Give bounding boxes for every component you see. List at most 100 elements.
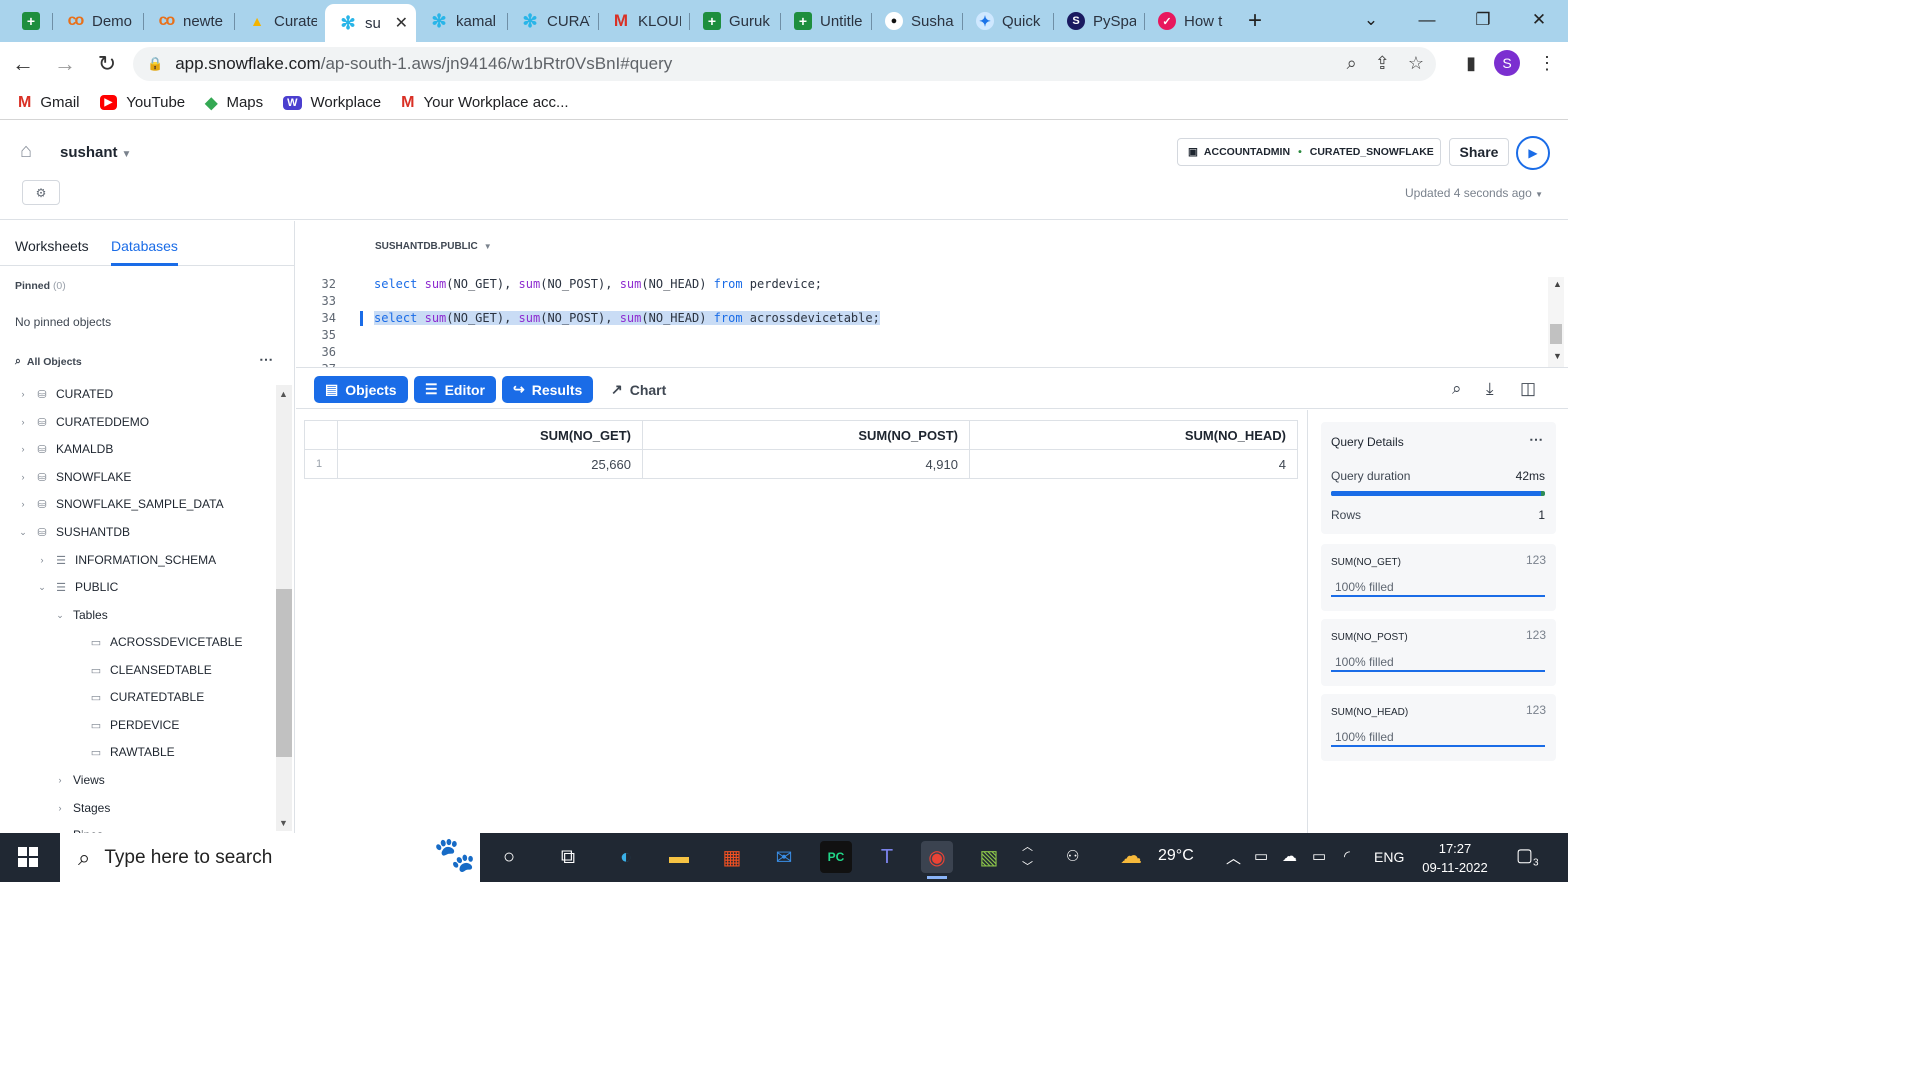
scroll-down-icon[interactable]: ▼ [279,818,288,828]
sql-editor[interactable]: SUSHANTDB.PUBLIC ▼ 32 select sum(NO_GET), … [296,221,1568,368]
column-header[interactable]: SUM(NO_HEAD) [969,420,1298,450]
chevron-right-icon[interactable]: › [18,389,28,399]
column-header[interactable]: SUM(NO_POST) [642,420,970,450]
column-stat-card[interactable]: SUM(NO_POST) 123 100% filled [1321,619,1556,686]
filter-icon[interactable]: ⚙ [22,180,60,205]
browser-tab[interactable]: ▲ Curate [234,4,325,38]
browser-tab[interactable]: S PySpa [1053,4,1144,38]
column-header[interactable]: SUM(NO_GET) [337,420,643,450]
tray-chevron-icon[interactable]: ︿ [1226,847,1241,868]
store-icon[interactable]: ▦ [716,841,748,873]
code-line[interactable]: 32 select sum(NO_GET), sum(NO_POST), sum(… [296,277,1536,294]
browser-tab[interactable]: ✻ su ✕ [325,4,416,42]
temperature-text[interactable]: 29°C [1158,847,1194,865]
editor-toggle-button[interactable]: ☰ Editor [414,376,497,403]
code-line[interactable]: 37 [296,362,1536,367]
task-view-icon[interactable]: ⧉ [552,841,584,873]
pycharm-icon[interactable]: PC [820,841,852,873]
tree-item[interactable]: ▭ CURATEDTABLE [72,688,204,706]
scroll-up-icon[interactable]: ▲ [1553,279,1562,289]
chevron-right-icon[interactable]: › [18,444,28,454]
table-cell[interactable]: 4,910 [642,449,970,479]
tree-item[interactable]: ▭ PERDEVICE [72,716,180,734]
scroll-down-icon[interactable]: ▼ [1553,351,1562,361]
people-icon[interactable]: ⚇ [1066,847,1079,865]
tree-item[interactable]: › ⛁ KAMALDB [18,440,114,458]
tab-databases[interactable]: Databases [111,238,178,254]
chart-tab-button[interactable]: ↗ Chart [600,376,677,403]
results-tab-button[interactable]: ↪ Results [502,376,594,403]
browser-tab[interactable]: M KLOUD [598,4,689,38]
browser-tab[interactable]: ● Susha [871,4,962,38]
tree-item[interactable]: ⌄ Tables [55,606,107,624]
tree-item[interactable]: ⌄ ☰ PUBLIC [37,578,118,596]
language-indicator[interactable]: ENG [1374,849,1404,865]
chevron-right-icon[interactable]: › [55,775,65,785]
tree-item[interactable]: ⌄ ⛁ SUSHANTDB [18,523,130,541]
sidebar-scrollbar-thumb[interactable] [276,589,292,757]
tree-item[interactable]: › ☰ INFORMATION_SCHEMA [37,551,217,569]
side-panel-icon[interactable]: ▮ [1466,53,1476,74]
more-options-icon[interactable]: ⋯ [259,351,273,368]
column-stat-card[interactable]: SUM(NO_GET) 123 100% filled [1321,544,1556,611]
objects-toggle-button[interactable]: ▤ Objects [314,376,408,403]
browser-tab[interactable]: ✓ How t [1144,4,1235,38]
code-line[interactable]: 34 select sum(NO_GET), sum(NO_POST), sum(… [296,311,1536,328]
tree-item[interactable]: › ⛁ SNOWFLAKE [18,468,132,486]
forward-button[interactable]: → [46,45,84,83]
run-button[interactable]: ▶ [1516,136,1550,170]
browser-tab[interactable]: ✦ Quick [962,4,1053,38]
profile-avatar[interactable]: S [1494,50,1520,76]
edge-icon[interactable]: ◐ [610,841,642,873]
tab-search-icon[interactable]: ⌄ [1343,0,1399,40]
chevron-down-icon[interactable]: ⌄ [18,527,28,538]
share-page-icon[interactable]: ⇪ [1375,53,1390,74]
share-button[interactable]: Share [1449,138,1509,166]
browser-tab[interactable]: co newte [143,4,234,38]
role-warehouse-selector[interactable]: ▣ ACCOUNTADMIN • CURATED_SNOWFLAKE [1177,138,1441,166]
wifi-icon[interactable]: ◜ [1344,847,1350,865]
meet-now-icon[interactable]: ▭ [1254,847,1268,865]
chevron-down-icon[interactable]: ⌄ [37,582,47,593]
bookmark-workplace[interactable]: W Workplace [283,94,381,111]
bookmark-star-icon[interactable]: ☆ [1408,53,1424,74]
file-explorer-icon[interactable]: ▬ [663,841,695,873]
editor-scrollbar-thumb[interactable] [1550,324,1562,344]
close-tab-icon[interactable]: ✕ [395,13,408,33]
bookmark-workplace-account[interactable]: M Your Workplace acc... [401,94,568,112]
tree-item[interactable]: › ⛁ SNOWFLAKE_SAMPLE_DATA [18,495,224,513]
tree-item[interactable]: › Stages [55,799,111,817]
browser-tab[interactable]: + [8,4,52,38]
browser-tab[interactable]: + Untitle [780,4,871,38]
chevron-right-icon[interactable]: › [37,555,47,565]
bookmark-youtube[interactable]: ▶ YouTube [99,94,185,111]
tree-item[interactable]: ▭ ACROSSDEVICETABLE [72,633,243,651]
tray-overflow-icon[interactable]: ︿ ﹀ [1022,837,1033,877]
onedrive-icon[interactable]: ☁ [1282,847,1297,865]
tree-item[interactable]: › ⛁ CURATEDDEMO [18,413,150,431]
code-line[interactable]: 33 [296,294,1536,311]
notification-icon[interactable]: ▢3 [1516,845,1539,869]
context-selector[interactable]: SUSHANTDB.PUBLIC ▼ [375,241,492,252]
cortana-icon[interactable]: ○ [493,841,525,873]
close-window-button[interactable]: ✕ [1511,0,1567,40]
browser-tab[interactable]: co Demo [52,4,143,38]
worksheet-name-dropdown[interactable]: sushant ▼ [60,144,131,161]
mail-icon[interactable]: ✉ [768,841,800,873]
bookmark-maps[interactable]: ◆ Maps [205,93,263,113]
browser-tab[interactable]: ✻ kamal [416,4,507,38]
back-button[interactable]: ← [4,45,42,83]
scroll-up-icon[interactable]: ▲ [279,389,288,399]
new-tab-button[interactable]: + [1235,4,1275,38]
code-line[interactable]: 36 [296,345,1536,362]
chrome-icon[interactable]: ◉ [921,841,953,879]
taskbar-search-input[interactable]: ⌕ Type here to search 🐾 [60,833,480,882]
tab-worksheets[interactable]: Worksheets [15,238,89,254]
zoom-icon[interactable]: ⌕ [1347,53,1357,74]
table-cell[interactable]: 25,660 [337,449,643,479]
search-icon[interactable]: ⌕ [1452,379,1462,399]
tree-item[interactable]: › ⛁ CURATED [18,385,114,403]
chevron-right-icon[interactable]: › [18,472,28,482]
bookmark-gmail[interactable]: M Gmail [18,94,80,112]
windows-start-icon[interactable] [18,847,38,867]
